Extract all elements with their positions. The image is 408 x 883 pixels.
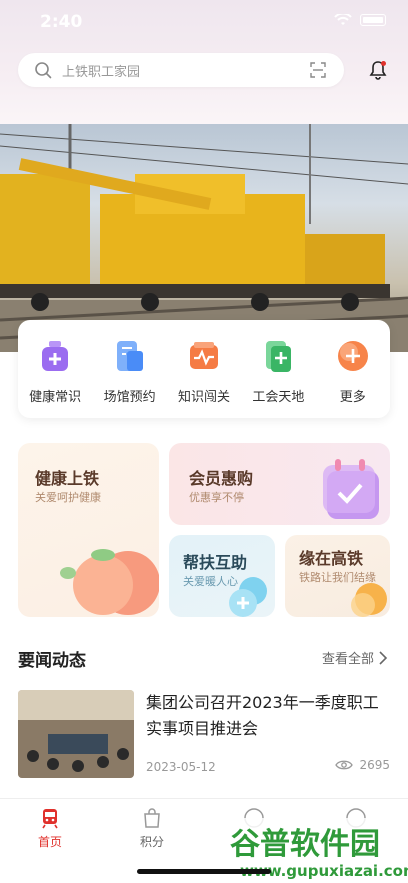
search-icon bbox=[35, 62, 52, 79]
union-folder-icon bbox=[266, 341, 292, 372]
tab-label: 积分 bbox=[139, 835, 164, 849]
heart-ring-icon bbox=[351, 583, 387, 617]
quick-action-health[interactable]: 健康常识 bbox=[19, 338, 91, 405]
tab-label: 首页 bbox=[37, 835, 62, 849]
quick-action-label: 知识闯关 bbox=[177, 390, 230, 405]
banner-carousel[interactable] bbox=[0, 124, 408, 352]
quick-action-label: 健康常识 bbox=[29, 390, 82, 405]
health-bottle-icon bbox=[42, 341, 69, 371]
quick-action-venue[interactable]: 场馆预约 bbox=[94, 338, 166, 405]
status-icons bbox=[334, 14, 386, 26]
news-views-count: 2695 bbox=[359, 758, 390, 772]
card-help[interactable]: 帮扶互助 关爱暖人心 bbox=[169, 535, 275, 617]
card-fate-title: 缘在高铁 bbox=[299, 549, 364, 568]
search-placeholder: 上铁职工家园 bbox=[62, 64, 141, 80]
quick-action-union[interactable]: 工会天地 bbox=[242, 338, 314, 405]
news-title: 集团公司召开2023年一季度职工实事项目推进会 bbox=[146, 693, 379, 738]
chevron-right-icon bbox=[379, 650, 388, 665]
home-indicator bbox=[137, 869, 271, 874]
knowledge-chart-icon bbox=[189, 342, 218, 369]
svg-text:谷普软件园: 谷普软件园 bbox=[230, 827, 380, 862]
card-member-title: 会员惠购 bbox=[189, 469, 254, 488]
venue-booking-icon bbox=[116, 341, 143, 371]
news-view-all-link[interactable]: 查看全部 bbox=[322, 648, 388, 667]
status-time: 2:40 bbox=[40, 12, 83, 32]
search-bar[interactable]: 上铁职工家园 bbox=[18, 53, 344, 87]
news-thumbnail bbox=[18, 690, 134, 778]
wifi-icon bbox=[334, 14, 352, 25]
quick-action-more[interactable]: 更多 bbox=[317, 338, 389, 405]
card-health-subtitle: 关爱呵护健康 bbox=[35, 491, 101, 504]
news-view-all-label: 查看全部 bbox=[321, 652, 374, 667]
points-bag-icon bbox=[144, 808, 160, 828]
news-date: 2023-05-12 bbox=[146, 760, 216, 774]
card-fate[interactable]: 缘在高铁 铁路让我们结缘 bbox=[285, 535, 390, 617]
banner-railway-machine-image bbox=[0, 124, 408, 352]
quick-action-label: 工会天地 bbox=[252, 390, 305, 405]
train-home-icon bbox=[42, 809, 58, 829]
calendar-check-icon bbox=[323, 459, 379, 519]
quick-action-label: 场馆预约 bbox=[103, 390, 156, 405]
bell-icon[interactable] bbox=[368, 60, 388, 80]
card-member-subtitle: 优惠享不停 bbox=[189, 491, 244, 504]
battery-icon bbox=[360, 14, 386, 26]
quick-actions-card: 健康常识 场馆预约 知识闯关 工会天地 更多 bbox=[18, 320, 390, 418]
peach-icon bbox=[60, 549, 159, 615]
tab-home[interactable]: 首页 bbox=[20, 807, 80, 850]
eye-icon bbox=[335, 760, 354, 770]
more-plus-icon bbox=[337, 341, 368, 371]
scan-icon[interactable] bbox=[310, 62, 326, 78]
help-plus-icon bbox=[229, 577, 267, 617]
news-list-item[interactable]: 集团公司召开2023年一季度职工实事项目推进会 2023-05-12 2695 bbox=[18, 690, 390, 780]
quick-action-label: 更多 bbox=[339, 390, 366, 405]
card-member[interactable]: 会员惠购 优惠享不停 bbox=[169, 443, 390, 525]
card-health-title: 健康上铁 bbox=[35, 469, 100, 488]
tab-points[interactable]: 积分 bbox=[122, 807, 182, 850]
news-views: 2695 bbox=[335, 758, 390, 772]
card-health[interactable]: 健康上铁 关爱呵护健康 bbox=[18, 443, 159, 617]
quick-action-knowledge[interactable]: 知识闯关 bbox=[168, 338, 240, 405]
news-heading: 要闻动态 bbox=[18, 651, 86, 671]
status-bar: 2:40 bbox=[0, 0, 408, 44]
